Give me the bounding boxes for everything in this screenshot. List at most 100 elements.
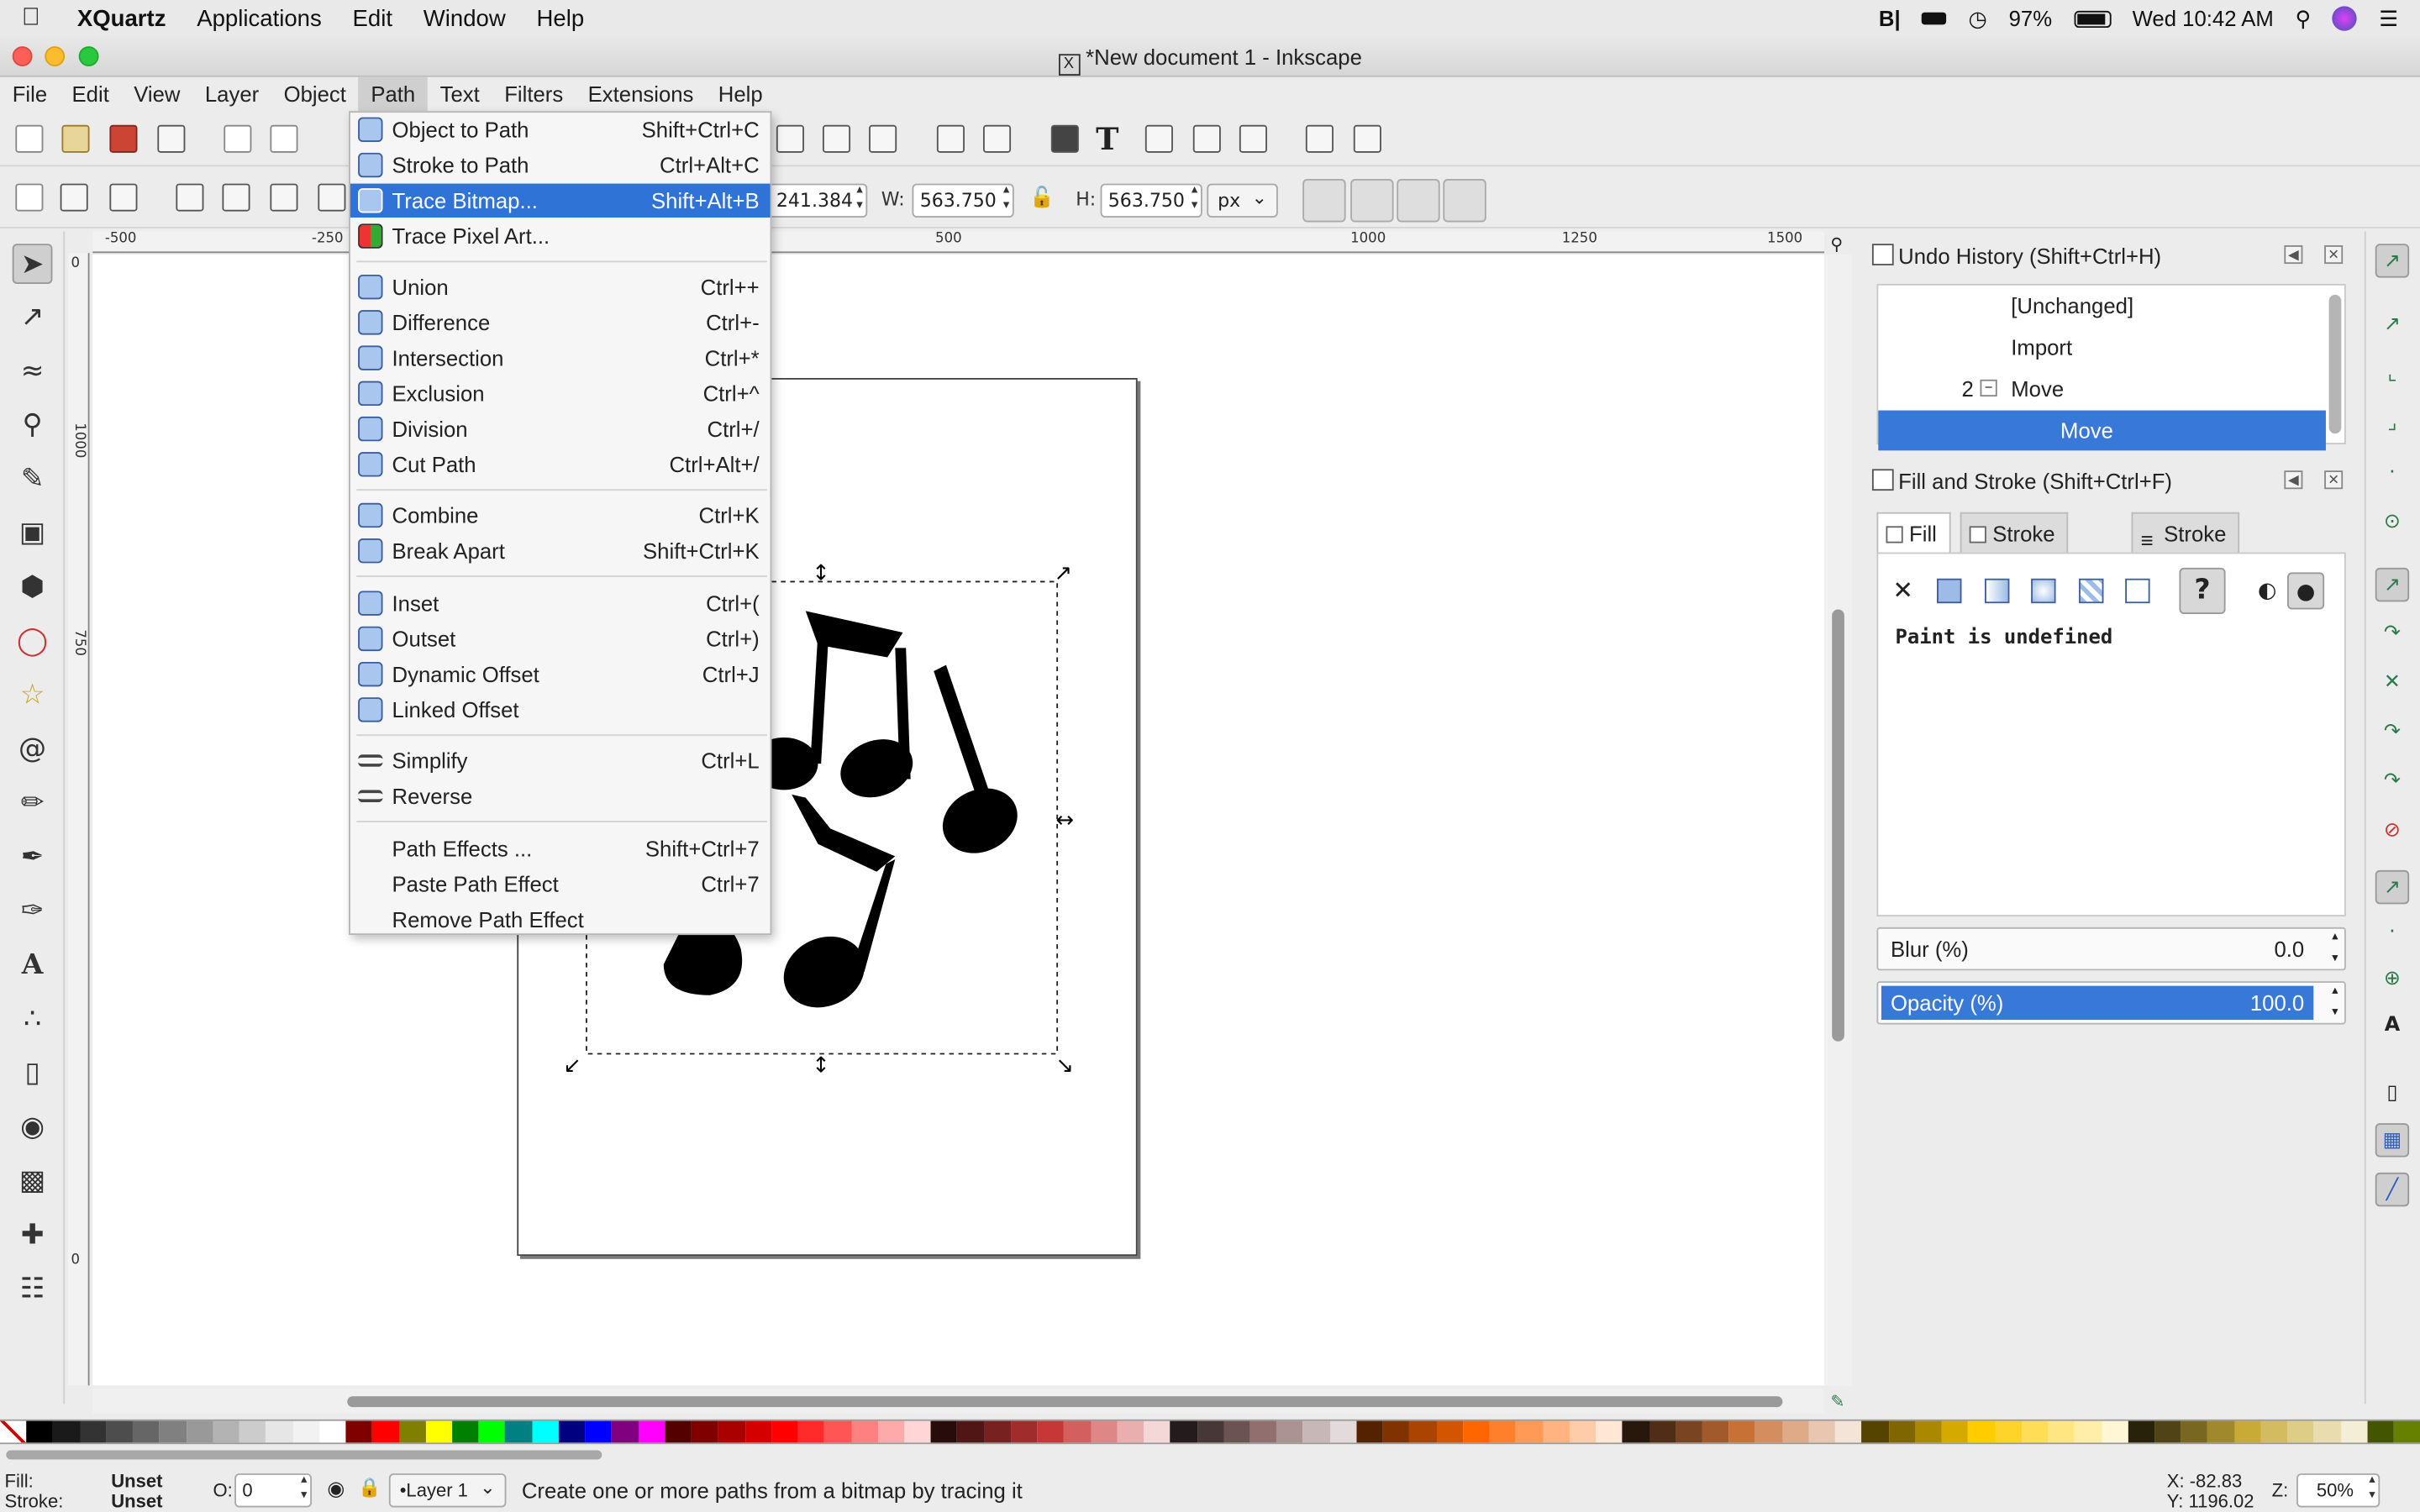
palette-swatch[interactable] bbox=[2313, 1420, 2341, 1443]
tab-fill[interactable]: Fill bbox=[1876, 512, 1951, 556]
siri-icon[interactable] bbox=[2333, 6, 2358, 31]
node-tool-icon[interactable]: ↗ bbox=[13, 297, 53, 338]
menu-item-stroke-to-path[interactable]: Stroke to Path Ctrl+Alt+C bbox=[350, 148, 771, 181]
gradient-tool-icon[interactable]: ▩ bbox=[13, 1162, 53, 1202]
opacity-slider[interactable]: Opacity (%) 100.0 ▴ ▾ bbox=[1876, 981, 2346, 1025]
open-icon[interactable] bbox=[61, 124, 90, 153]
move-patterns-toggle[interactable] bbox=[1443, 179, 1486, 223]
menu-item-intersection[interactable]: Intersection Ctrl+* bbox=[350, 341, 771, 375]
snap-bbox-midpoint-icon[interactable]: ⋅ bbox=[2375, 457, 2409, 491]
history-row[interactable]: 2− Move bbox=[1878, 369, 2326, 409]
palette-swatch[interactable] bbox=[1702, 1420, 1729, 1443]
connector-tool-icon[interactable]: ☷ bbox=[13, 1270, 53, 1310]
palette-swatch[interactable] bbox=[372, 1420, 399, 1443]
deselect-icon[interactable] bbox=[109, 183, 138, 212]
palette-swatch[interactable] bbox=[1728, 1420, 1756, 1443]
palette-swatch[interactable] bbox=[692, 1420, 718, 1443]
history-scrollbar[interactable] bbox=[2328, 294, 2342, 434]
snap-bbox-center-icon[interactable]: ⊙ bbox=[2375, 506, 2409, 539]
palette-swatch[interactable] bbox=[744, 1420, 771, 1443]
palette-swatch[interactable] bbox=[2340, 1420, 2368, 1443]
scrollbar-thumb[interactable] bbox=[6, 1450, 602, 1460]
zoom-window-button[interactable] bbox=[78, 46, 99, 66]
palette-swatch[interactable] bbox=[1516, 1420, 1543, 1443]
palette-swatch[interactable] bbox=[1676, 1420, 1702, 1443]
star-tool-icon[interactable]: ☆ bbox=[13, 675, 53, 716]
palette-swatch[interactable] bbox=[1569, 1420, 1597, 1443]
tweak-tool-icon[interactable]: ≈ bbox=[13, 352, 53, 392]
calligraphy-tool-icon[interactable]: ✑ bbox=[13, 892, 53, 932]
palette-swatch[interactable] bbox=[1197, 1420, 1224, 1443]
close-window-button[interactable] bbox=[12, 46, 33, 66]
palette-swatch[interactable] bbox=[1888, 1420, 1916, 1443]
notification-center-icon[interactable]: ☰ bbox=[2379, 5, 2398, 31]
eraser-tool-icon[interactable]: ▯ bbox=[13, 1053, 53, 1094]
flip-horizontal-icon[interactable] bbox=[270, 183, 298, 212]
menu-item-break-apart[interactable]: Break Apart Shift+Ctrl+K bbox=[350, 534, 771, 568]
snap-cusp-icon[interactable]: ↷ bbox=[2375, 716, 2409, 749]
palette-swatch[interactable] bbox=[1489, 1420, 1517, 1443]
snap-guide-icon[interactable]: ╱ bbox=[2375, 1172, 2410, 1207]
layers-dialog-icon[interactable] bbox=[1144, 124, 1173, 153]
palette-swatch[interactable] bbox=[1409, 1420, 1437, 1443]
menu-item-difference[interactable]: Difference Ctrl+- bbox=[350, 306, 771, 339]
palette-swatch[interactable] bbox=[1941, 1420, 1969, 1443]
palette-swatch[interactable] bbox=[79, 1420, 107, 1443]
menu-extensions[interactable]: Extensions bbox=[576, 77, 706, 111]
palette-swatch[interactable] bbox=[292, 1420, 319, 1443]
menu-item-trace-bitmap[interactable]: Trace Bitmap... Shift+Alt+B bbox=[350, 183, 771, 218]
menu-file[interactable]: File bbox=[0, 77, 60, 111]
display-icon[interactable] bbox=[1922, 12, 1947, 25]
palette-swatch[interactable] bbox=[159, 1420, 187, 1443]
menu-layer[interactable]: Layer bbox=[192, 77, 271, 111]
evenodd-fill-icon[interactable]: ◐ bbox=[2249, 572, 2286, 609]
palette-swatch[interactable] bbox=[1436, 1420, 1464, 1443]
palette-swatch[interactable] bbox=[1303, 1420, 1330, 1443]
mac-menu-help[interactable]: Help bbox=[521, 5, 599, 31]
snap-object-midpoint-icon[interactable]: ⋅ bbox=[2375, 916, 2409, 950]
palette-swatch[interactable] bbox=[318, 1420, 346, 1443]
palette-swatch[interactable] bbox=[26, 1420, 54, 1443]
selector-tool-icon[interactable]: ➤ bbox=[12, 244, 53, 284]
text-tool-icon[interactable]: A bbox=[13, 946, 53, 986]
spotlight-icon[interactable]: ⚲ bbox=[2296, 5, 2312, 31]
snap-others-icon[interactable]: ↗ bbox=[2375, 869, 2410, 905]
pencil-tool-icon[interactable]: ✏ bbox=[13, 784, 53, 824]
swatch-icon[interactable] bbox=[2119, 572, 2156, 609]
menu-item-combine[interactable]: Combine Ctrl+K bbox=[350, 498, 771, 532]
document-properties-icon[interactable] bbox=[1305, 124, 1334, 153]
menu-filters[interactable]: Filters bbox=[492, 77, 576, 111]
canvas-vertical-scrollbar[interactable] bbox=[1824, 255, 1853, 1386]
palette-swatch[interactable] bbox=[2367, 1420, 2394, 1443]
palette-swatch[interactable] bbox=[2101, 1420, 2128, 1443]
history-row[interactable]: [Unchanged] bbox=[1878, 286, 2326, 326]
scrollbar-thumb[interactable] bbox=[1832, 609, 1844, 1042]
palette-swatch[interactable] bbox=[1781, 1420, 1809, 1443]
palette-swatch[interactable] bbox=[718, 1420, 745, 1443]
3d-box-tool-icon[interactable]: ⬢ bbox=[13, 568, 53, 608]
palette-swatch[interactable] bbox=[1861, 1420, 1889, 1443]
snap-line-midpoint-icon[interactable]: ⊘ bbox=[2375, 815, 2409, 848]
snap-bbox-edge-icon[interactable]: ⌞ bbox=[2375, 358, 2409, 391]
palette-swatch[interactable] bbox=[1915, 1420, 1942, 1443]
palette-swatch[interactable] bbox=[1649, 1420, 1676, 1443]
iconify-panel-button[interactable]: ◀ bbox=[2284, 470, 2303, 490]
palette-swatch[interactable] bbox=[957, 1420, 985, 1443]
menu-item-simplify[interactable]: Simplify Ctrl+L bbox=[350, 743, 771, 777]
y-position-field[interactable]: 241.384 bbox=[768, 182, 868, 218]
menu-item-linked-offset[interactable]: Linked Offset bbox=[350, 693, 771, 727]
palette-swatch[interactable] bbox=[850, 1420, 878, 1443]
menu-item-union[interactable]: Union Ctrl++ bbox=[350, 270, 771, 303]
save-icon[interactable] bbox=[109, 124, 138, 153]
palette-swatch[interactable] bbox=[1968, 1420, 1996, 1443]
preferences-icon[interactable] bbox=[1353, 124, 1381, 153]
radial-gradient-icon[interactable] bbox=[2025, 572, 2062, 609]
palette-swatch[interactable] bbox=[665, 1420, 692, 1443]
palette-swatch[interactable] bbox=[213, 1420, 239, 1443]
flat-color-icon[interactable] bbox=[1931, 572, 1968, 609]
palette-swatch[interactable] bbox=[1144, 1420, 1171, 1443]
bluetooth-icon[interactable]: B| bbox=[1879, 6, 1901, 30]
palette-swatch[interactable] bbox=[2181, 1420, 2208, 1443]
zoom-corner-icon[interactable]: ⚲ bbox=[1830, 234, 1843, 255]
snap-bbox-corner-icon[interactable]: ⌟ bbox=[2375, 407, 2409, 441]
